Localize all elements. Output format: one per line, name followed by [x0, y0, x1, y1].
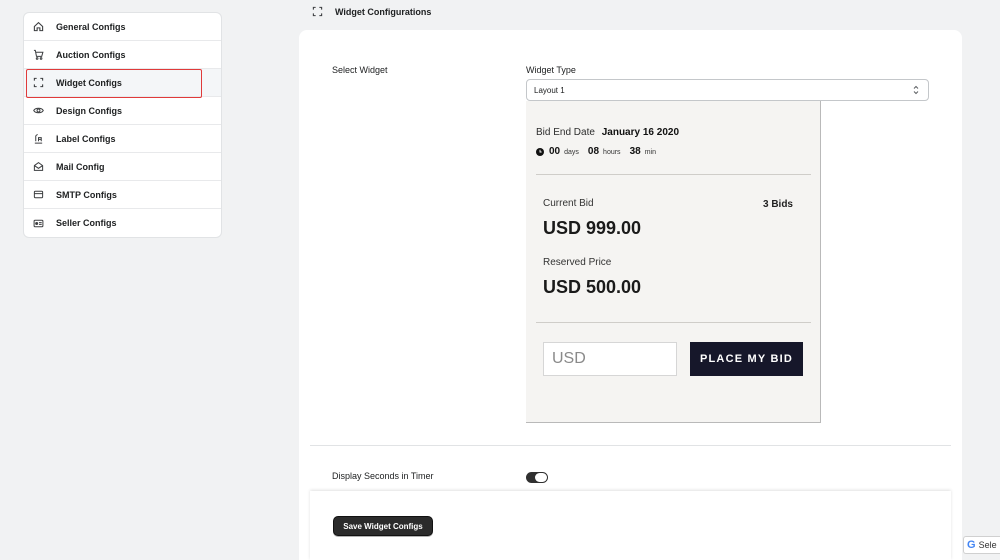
clock-icon [536, 147, 544, 156]
sidebar-item-label: Widget Configs [56, 77, 122, 88]
bid-end-date: January 16 2020 [601, 127, 679, 138]
sidebar-item-auction-configs[interactable]: Auction Configs [24, 41, 221, 69]
page-header: Widget Configurations [312, 6, 431, 17]
countdown-days-unit: days [564, 149, 579, 156]
divider [536, 174, 811, 175]
translate-select-text: Sele [978, 540, 997, 550]
section-divider [310, 445, 951, 446]
reserved-price-label: Reserved Price [543, 257, 612, 268]
google-icon: G [967, 539, 976, 551]
sidebar-item-label: Auction Configs [56, 49, 126, 60]
page-title: Widget Configurations [335, 6, 432, 17]
countdown-minutes-unit: min [644, 149, 656, 156]
sidebar-item-label: Design Configs [56, 105, 123, 116]
translate-widget[interactable]: G Sele [963, 536, 1000, 554]
widget-preview: Bid End Date January 16 2020 00 days 08 … [526, 101, 821, 423]
save-widget-configs-button[interactable]: Save Widget Configs [333, 516, 433, 536]
smtp-icon [33, 189, 44, 200]
display-seconds-toggle[interactable] [526, 472, 548, 483]
sidebar-item-label: General Configs [56, 21, 126, 32]
sidebar-item-widget-configs[interactable]: Widget Configs [24, 69, 221, 98]
select-widget-label: Select Widget [332, 65, 388, 75]
bid-end-label: Bid End Date [536, 127, 595, 138]
place-bid-button[interactable]: PLACE MY BID [690, 342, 803, 376]
sidebar-item-label-configs[interactable]: Label Configs [24, 125, 221, 153]
current-bid-label: Current Bid [543, 198, 594, 209]
sidebar-item-label: Label Configs [56, 133, 116, 144]
mail-icon [33, 161, 44, 172]
current-bid-value: USD 999.00 [543, 218, 642, 238]
bids-count: 3 Bids [762, 199, 793, 210]
sidebar-item-label: Seller Configs [56, 218, 117, 228]
divider [536, 322, 811, 323]
home-icon [33, 21, 44, 32]
sidebar-item-smtp-configs[interactable]: SMTP Configs [24, 181, 221, 209]
save-bar: Save Widget Configs [310, 491, 951, 560]
sidebar-item-design-configs[interactable]: Design Configs [24, 97, 221, 125]
widget-frame-icon [312, 6, 323, 17]
countdown-timer: 00 days 08 hours 38 min [536, 146, 665, 157]
label-icon [33, 133, 44, 144]
countdown-days: 00 [549, 146, 561, 157]
countdown-minutes: 38 [629, 146, 641, 157]
widget-type-label: Widget Type [526, 65, 576, 75]
select-chevron-icon [913, 85, 919, 95]
bid-amount-input[interactable] [543, 342, 677, 376]
sidebar-item-label: SMTP Configs [56, 189, 117, 200]
sidebar-item-mail-config[interactable]: Mail Config [24, 153, 221, 181]
sidebar-item-general-configs[interactable]: General Configs [24, 13, 221, 41]
settings-sidebar: General Configs Auction Configs Widget C… [23, 12, 222, 238]
countdown-hours-unit: hours [603, 149, 621, 156]
widget-type-select[interactable]: Layout 1 [526, 79, 929, 101]
eye-icon [33, 105, 44, 116]
widget-type-selected-value: Layout 1 [534, 85, 565, 95]
cart-icon [33, 49, 44, 60]
display-seconds-label: Display Seconds in Timer [332, 471, 434, 481]
countdown-hours: 08 [587, 146, 600, 157]
widget-frame-icon [33, 77, 44, 88]
sidebar-item-seller-configs[interactable]: Seller Configs [24, 209, 221, 237]
seller-card-icon [33, 218, 44, 229]
sidebar-item-label: Mail Config [56, 161, 105, 172]
bid-end-date-row: Bid End Date January 16 2020 [536, 127, 679, 138]
reserved-price-value: USD 500.00 [543, 277, 642, 297]
widget-config-card: Select Widget Widget Type Layout 1 Bid E… [299, 30, 962, 560]
toggle-knob [535, 473, 547, 482]
